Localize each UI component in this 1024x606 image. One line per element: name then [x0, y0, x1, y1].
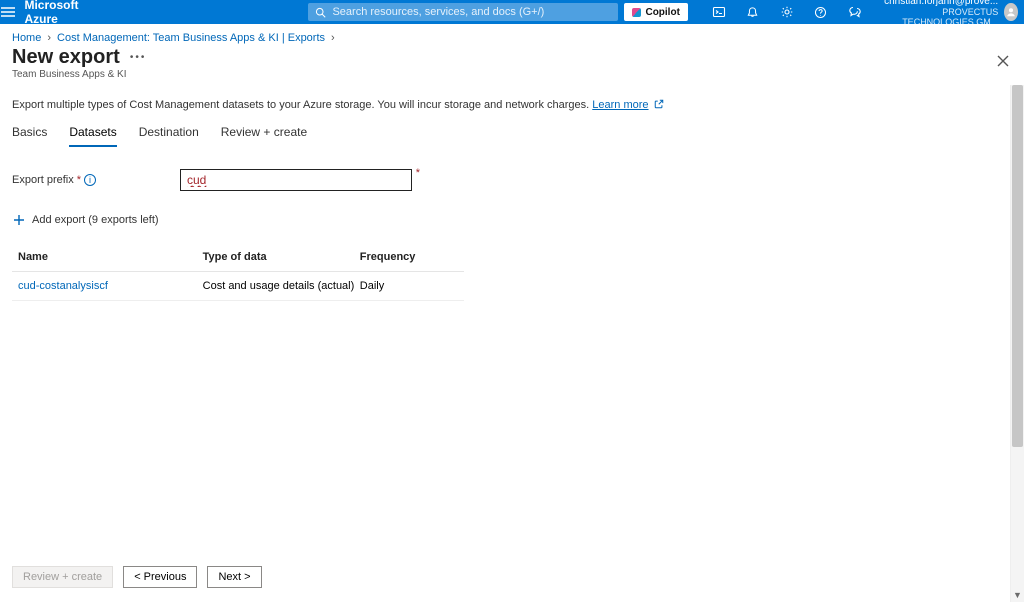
page-title: New export	[12, 46, 120, 69]
tabs: Basics Datasets Destination Review + cre…	[12, 125, 998, 147]
tab-destination[interactable]: Destination	[139, 125, 199, 147]
copilot-button[interactable]: Copilot	[624, 3, 687, 21]
tab-basics[interactable]: Basics	[12, 125, 47, 147]
export-freq: Daily	[360, 280, 458, 292]
search-icon	[315, 7, 326, 18]
export-type: Cost and usage details (actual)	[203, 280, 360, 292]
review-create-button: Review + create	[12, 566, 113, 588]
account-org: PROVECTUS TECHNOLOGIES GM...	[880, 7, 998, 27]
add-export-label: Add export (9 exports left)	[32, 214, 159, 226]
topbar-actions	[712, 5, 862, 19]
azure-topbar: Microsoft Azure Copilot christian.forja	[0, 0, 1024, 24]
scrollbar-thumb[interactable]	[1012, 85, 1023, 447]
settings-icon[interactable]	[780, 5, 794, 19]
more-actions-icon[interactable]: •••	[130, 53, 147, 63]
learn-more-link[interactable]: Learn more	[592, 99, 648, 111]
breadcrumb-home[interactable]: Home	[12, 32, 41, 44]
required-indicator: *	[77, 174, 81, 186]
scroll-down-icon[interactable]: ▼	[1011, 588, 1024, 602]
account-name: christian.forjahn@prove...	[880, 0, 998, 7]
copilot-icon	[632, 8, 641, 17]
help-icon[interactable]	[814, 5, 828, 19]
page-header: New export ••• Team Business Apps & KI	[0, 46, 1024, 80]
page-subtitle: Team Business Apps & KI	[12, 69, 146, 80]
table-row: cud-costanalysiscf Cost and usage detail…	[12, 272, 464, 301]
footer-actions: Review + create < Previous Next >	[0, 566, 1024, 588]
export-prefix-input[interactable]	[180, 169, 412, 191]
col-header-freq: Frequency	[360, 251, 458, 263]
exports-table: Name Type of data Frequency cud-costanal…	[12, 243, 464, 301]
hamburger-menu[interactable]	[0, 0, 16, 24]
col-header-name: Name	[18, 251, 203, 263]
breadcrumb: Home › Cost Management: Team Business Ap…	[0, 24, 1024, 44]
search-region: Copilot	[308, 3, 687, 21]
col-header-type: Type of data	[203, 251, 360, 263]
search-box[interactable]	[308, 3, 618, 21]
description: Export multiple types of Cost Management…	[12, 99, 998, 111]
notifications-icon[interactable]	[746, 5, 760, 19]
brand-label[interactable]: Microsoft Azure	[24, 0, 78, 26]
blade-content: Export multiple types of Cost Management…	[0, 85, 1010, 588]
previous-button[interactable]: < Previous	[123, 566, 197, 588]
add-export-button[interactable]: Add export (9 exports left)	[12, 213, 998, 227]
next-button[interactable]: Next >	[207, 566, 261, 588]
feedback-icon[interactable]	[848, 5, 862, 19]
required-indicator: *	[416, 167, 420, 179]
search-input[interactable]	[332, 6, 611, 18]
plus-icon	[12, 213, 26, 227]
breadcrumb-cost[interactable]: Cost Management: Team Business Apps & KI…	[57, 32, 325, 44]
info-icon[interactable]: i	[84, 174, 96, 186]
export-prefix-row: Export prefix * i *	[12, 169, 998, 191]
chevron-right-icon: ›	[331, 32, 335, 44]
vertical-scrollbar[interactable]: ▲ ▼	[1010, 85, 1024, 602]
cloud-shell-icon[interactable]	[712, 5, 726, 19]
tab-review[interactable]: Review + create	[221, 125, 307, 147]
export-prefix-label: Export prefix * i	[12, 174, 172, 186]
chevron-right-icon: ›	[47, 32, 51, 44]
close-blade-icon[interactable]	[994, 52, 1012, 70]
external-link-icon	[654, 99, 664, 109]
account-menu[interactable]: christian.forjahn@prove... PROVECTUS TEC…	[880, 0, 1024, 27]
avatar	[1004, 3, 1018, 21]
table-header-row: Name Type of data Frequency	[12, 243, 464, 272]
tab-datasets[interactable]: Datasets	[69, 125, 116, 147]
copilot-label: Copilot	[645, 7, 679, 18]
description-text: Export multiple types of Cost Management…	[12, 99, 592, 111]
export-name-link[interactable]: cud-costanalysiscf	[18, 280, 203, 292]
export-prefix-label-text: Export prefix	[12, 174, 74, 186]
